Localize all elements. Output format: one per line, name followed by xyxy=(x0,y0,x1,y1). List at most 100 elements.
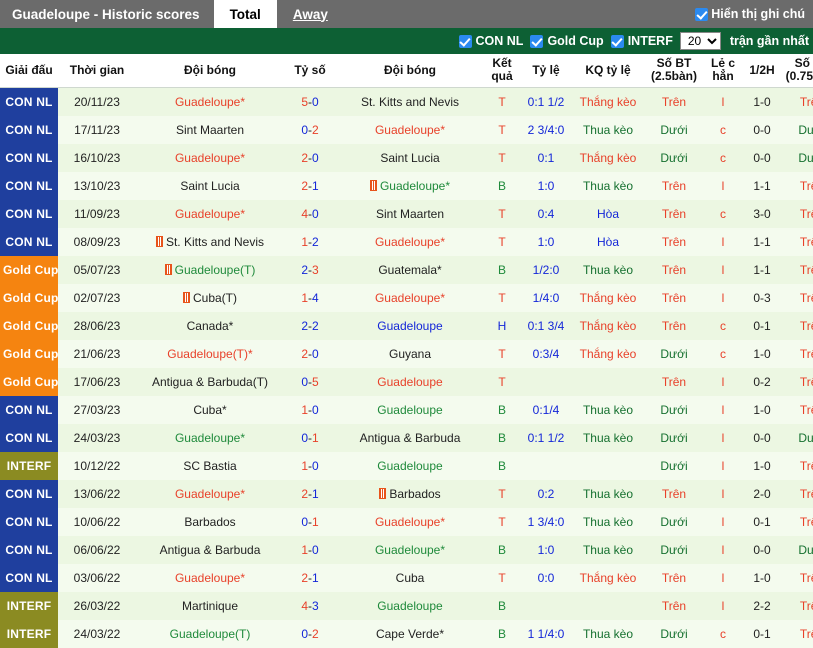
team-name-cell[interactable]: Sint Maarten xyxy=(336,199,484,228)
match-score[interactable]: 2-1 xyxy=(284,479,336,508)
filter-con-nl[interactable]: CON NL xyxy=(458,34,523,48)
team-name-cell[interactable]: Guadeloupe* xyxy=(336,115,484,144)
league-badge[interactable]: Gold Cup xyxy=(0,367,58,396)
col-header-score[interactable]: Tỷ số xyxy=(284,54,336,88)
checkbox-icon[interactable] xyxy=(458,34,472,48)
team-name-cell[interactable]: Martinique xyxy=(136,591,284,620)
col-header-bt25[interactable]: Số BT (2.5bàn) xyxy=(644,54,704,88)
team-name-cell[interactable]: Guadeloupe* xyxy=(336,227,484,256)
match-score[interactable]: 4-0 xyxy=(284,199,336,228)
checkbox-icon[interactable] xyxy=(530,34,544,48)
match-score[interactable]: 2-0 xyxy=(284,339,336,368)
table-row[interactable]: Gold Cup 02/07/23 Cuba(T) 1-4 Guadeloupe* T 1/… xyxy=(0,283,813,312)
table-row[interactable]: CON NL 27/03/23 Cuba* 1-0 Guadeloupe B 0:1/4 Th… xyxy=(0,395,813,424)
team-name-cell[interactable]: St. Kitts and Nevis xyxy=(336,87,484,116)
team-name-cell[interactable]: Antigua & Barbuda xyxy=(136,535,284,564)
team-name-cell[interactable]: Guadeloupe* xyxy=(136,423,284,452)
team-name-cell[interactable]: Guadeloupe* xyxy=(136,87,284,116)
table-row[interactable]: CON NL 06/06/22 Antigua & Barbuda 1-0 Guadel… xyxy=(0,535,813,564)
match-count-select[interactable]: 10203050 xyxy=(679,32,721,50)
match-score[interactable]: 2-1 xyxy=(284,171,336,200)
team-name-cell[interactable]: Guadeloupe(T) xyxy=(136,619,284,648)
checkbox-icon[interactable] xyxy=(610,34,624,48)
col-header-odds[interactable]: Tỷ lệ xyxy=(520,54,572,88)
filter-gold-cup[interactable]: Gold Cup xyxy=(530,34,604,48)
table-row[interactable]: CON NL 20/11/23 Guadeloupe* 5-0 St. Kitts an… xyxy=(0,87,813,116)
col-header-away[interactable]: Đội bóng xyxy=(336,54,484,88)
team-name-cell[interactable]: Guadeloupe xyxy=(336,367,484,396)
match-score[interactable]: 2-0 xyxy=(284,143,336,172)
match-score[interactable]: 2-1 xyxy=(284,563,336,592)
table-row[interactable]: CON NL 13/06/22 Guadeloupe* 2-1 Barbados T 0:2… xyxy=(0,479,813,508)
league-badge[interactable]: CON NL xyxy=(0,479,58,508)
team-name-cell[interactable]: Barbados xyxy=(136,507,284,536)
league-badge[interactable]: Gold Cup xyxy=(0,283,58,312)
team-name-cell[interactable]: SC Bastia xyxy=(136,451,284,480)
match-score[interactable]: 0-2 xyxy=(284,115,336,144)
league-badge[interactable]: CON NL xyxy=(0,199,58,228)
league-badge[interactable]: CON NL xyxy=(0,423,58,452)
team-name-cell[interactable]: Guadeloupe xyxy=(336,451,484,480)
team-name-cell[interactable]: Guadeloupe(T)* xyxy=(136,339,284,368)
table-row[interactable]: CON NL 08/09/23 St. Kitts and Nevis 1-2 Guad… xyxy=(0,227,813,256)
league-badge[interactable]: CON NL xyxy=(0,227,58,256)
league-badge[interactable]: INTERF xyxy=(0,619,58,648)
match-score[interactable]: 0-1 xyxy=(284,507,336,536)
team-name-cell[interactable]: Canada* xyxy=(136,311,284,340)
league-badge[interactable]: CON NL xyxy=(0,507,58,536)
table-row[interactable]: CON NL 03/06/22 Guadeloupe* 2-1 Cuba T 0:0 Thắn… xyxy=(0,563,813,592)
league-badge[interactable]: Gold Cup xyxy=(0,311,58,340)
match-score[interactable]: 2-2 xyxy=(284,311,336,340)
league-badge[interactable]: CON NL xyxy=(0,535,58,564)
match-score[interactable]: 1-0 xyxy=(284,451,336,480)
team-name-cell[interactable]: Guadeloupe* xyxy=(336,283,484,312)
team-name-cell[interactable]: Cuba xyxy=(336,563,484,592)
table-row[interactable]: CON NL 13/10/23 Saint Lucia 2-1 Guadeloupe* B… xyxy=(0,171,813,200)
team-name-cell[interactable]: Guadeloupe* xyxy=(136,143,284,172)
tab-total[interactable]: Total xyxy=(213,0,277,28)
team-name-cell[interactable]: Guadeloupe* xyxy=(336,171,484,200)
table-row[interactable]: CON NL 24/03/23 Guadeloupe* 0-1 Antigua & Ba… xyxy=(0,423,813,452)
league-badge[interactable]: INTERF xyxy=(0,451,58,480)
table-row[interactable]: CON NL 16/10/23 Guadeloupe* 2-0 Saint Lucia T… xyxy=(0,143,813,172)
team-name-cell[interactable]: Saint Lucia xyxy=(136,171,284,200)
table-row[interactable]: INTERF 10/12/22 SC Bastia 1-0 Guadeloupe B Dướ… xyxy=(0,451,813,480)
team-name-cell[interactable]: Guadeloupe xyxy=(336,395,484,424)
col-header-halftime[interactable]: 1/2H xyxy=(742,54,782,88)
match-score[interactable]: 2-3 xyxy=(284,255,336,284)
league-badge[interactable]: CON NL xyxy=(0,87,58,116)
col-header-league[interactable]: Giải đấu xyxy=(0,54,58,88)
table-row[interactable]: INTERF 24/03/22 Guadeloupe(T) 0-2 Cape Verde… xyxy=(0,619,813,648)
col-header-bt075[interactable]: Số BT (0.75bàn) xyxy=(782,54,813,88)
match-score[interactable]: 0-1 xyxy=(284,423,336,452)
match-score[interactable]: 1-4 xyxy=(284,283,336,312)
team-name-cell[interactable]: Antigua & Barbuda xyxy=(336,423,484,452)
checkbox-icon[interactable] xyxy=(695,7,709,21)
team-name-cell[interactable]: Guadeloupe(T) xyxy=(136,255,284,284)
table-row[interactable]: CON NL 10/06/22 Barbados 0-1 Guadeloupe* T 1 3… xyxy=(0,507,813,536)
league-badge[interactable]: CON NL xyxy=(0,395,58,424)
table-row[interactable]: CON NL 17/11/23 Sint Maarten 0-2 Guadeloupe*… xyxy=(0,115,813,144)
team-name-cell[interactable]: Guatemala* xyxy=(336,255,484,284)
team-name-cell[interactable]: Guyana xyxy=(336,339,484,368)
team-name-cell[interactable]: Guadeloupe xyxy=(336,311,484,340)
league-badge[interactable]: CON NL xyxy=(0,563,58,592)
col-header-odd-even[interactable]: Lẻ c hẳn xyxy=(704,54,742,88)
table-row[interactable]: CON NL 11/09/23 Guadeloupe* 4-0 Sint Maarten… xyxy=(0,199,813,228)
match-score[interactable]: 5-0 xyxy=(284,87,336,116)
table-row[interactable]: Gold Cup 17/06/23 Antigua & Barbuda(T) 0-5 G… xyxy=(0,367,813,396)
table-row[interactable]: Gold Cup 21/06/23 Guadeloupe(T)* 2-0 Guyana T… xyxy=(0,339,813,368)
table-row[interactable]: INTERF 26/03/22 Martinique 4-3 Guadeloupe B Tr… xyxy=(0,591,813,620)
team-name-cell[interactable]: Sint Maarten xyxy=(136,115,284,144)
team-name-cell[interactable]: Guadeloupe* xyxy=(136,199,284,228)
team-name-cell[interactable]: Guadeloupe* xyxy=(136,479,284,508)
team-name-cell[interactable]: Antigua & Barbuda(T) xyxy=(136,367,284,396)
league-badge[interactable]: CON NL xyxy=(0,115,58,144)
match-score[interactable]: 4-3 xyxy=(284,591,336,620)
team-name-cell[interactable]: Barbados xyxy=(336,479,484,508)
match-score[interactable]: 0-5 xyxy=(284,367,336,396)
league-badge[interactable]: CON NL xyxy=(0,171,58,200)
col-header-home[interactable]: Đội bóng xyxy=(136,54,284,88)
league-badge[interactable]: Gold Cup xyxy=(0,255,58,284)
match-score[interactable]: 1-0 xyxy=(284,535,336,564)
